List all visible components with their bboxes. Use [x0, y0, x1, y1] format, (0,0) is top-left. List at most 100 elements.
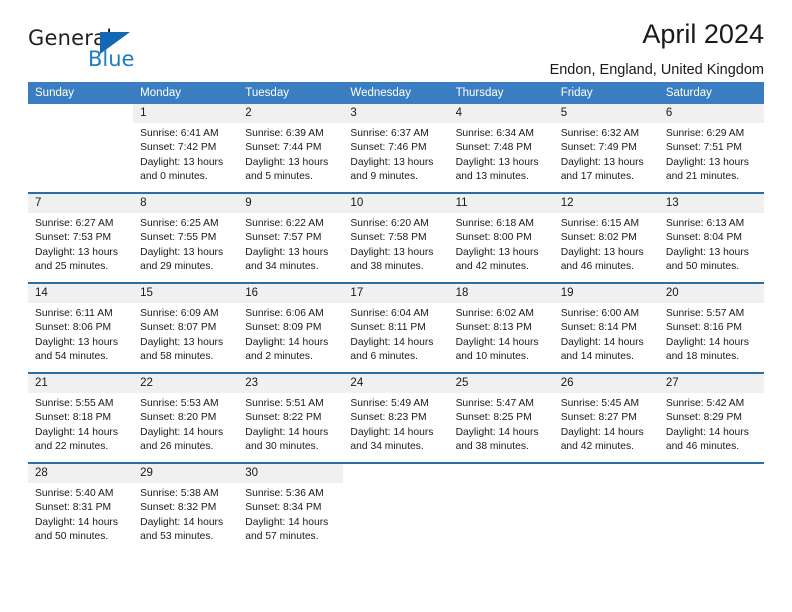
calendar-day-cell[interactable]: 18 Sunrise: 6:02 AM Sunset: 8:13 PM Dayligh… [448, 282, 554, 373]
calendar-day-cell[interactable]: 2 Sunrise: 6:39 AM Sunset: 7:44 PM Daylight… [238, 104, 344, 193]
calendar-day-cell[interactable]: 1 Sunrise: 6:41 AM Sunset: 7:42 PM Daylight… [133, 104, 239, 193]
calendar-day-cell[interactable]: 4 Sunrise: 6:34 AM Sunset: 7:48 PM Daylight… [448, 104, 554, 193]
sunset-text: Sunset: 8:20 PM [140, 412, 217, 424]
sunset-text: Sunset: 8:07 PM [140, 322, 217, 334]
daylight-text-line1: Daylight: 13 hours [245, 156, 329, 168]
calendar-day-cell[interactable]: 27 Sunrise: 5:42 AM Sunset: 8:29 PM Dayligh… [658, 372, 764, 463]
daylight-text-line1: Daylight: 13 hours [140, 156, 224, 168]
day-details: Sunrise: 6:20 AM Sunset: 7:58 PM Daylight:… [343, 213, 448, 274]
daylight-text-line1: Daylight: 14 hours [560, 336, 644, 348]
sunrise-text: Sunrise: 6:32 AM [560, 128, 640, 139]
sunrise-text: Sunrise: 5:57 AM [665, 308, 745, 319]
calendar-day-cell[interactable]: 15 Sunrise: 6:09 AM Sunset: 8:07 PM Dayligh… [133, 282, 239, 373]
calendar-day-cell[interactable]: 12 Sunrise: 6:15 AM Sunset: 8:02 PM Dayligh… [553, 192, 659, 283]
day-number: 19 [553, 284, 659, 303]
sunset-text: Sunset: 7:58 PM [350, 232, 427, 244]
calendar-day-cell[interactable]: 11 Sunrise: 6:18 AM Sunset: 8:00 PM Dayligh… [448, 192, 554, 283]
calendar-day-cell[interactable]: 17 Sunrise: 6:04 AM Sunset: 8:11 PM Dayligh… [343, 282, 449, 373]
sunrise-text: Sunrise: 5:49 AM [350, 398, 429, 409]
weekday-header-sunday: Sunday [28, 82, 134, 104]
day-number: 10 [343, 194, 449, 213]
calendar-empty-cell [553, 462, 659, 552]
daylight-text-line2: and 17 minutes. [560, 170, 634, 182]
daylight-text-line2: and 0 minutes. [140, 170, 208, 182]
sunrise-text: Sunrise: 5:51 AM [245, 398, 324, 409]
sunrise-text: Sunrise: 6:18 AM [455, 218, 534, 229]
calendar-empty-cell [28, 104, 134, 193]
sunset-text: Sunset: 8:06 PM [35, 322, 112, 334]
day-number: 8 [133, 194, 239, 213]
sunset-text: Sunset: 8:23 PM [350, 412, 427, 424]
calendar-day-cell[interactable]: 9 Sunrise: 6:22 AM Sunset: 7:57 PM Daylight… [238, 192, 344, 283]
calendar-day-cell[interactable]: 7 Sunrise: 6:27 AM Sunset: 7:53 PM Daylight… [28, 192, 134, 283]
sunset-text: Sunset: 8:25 PM [455, 412, 532, 424]
day-details: Sunrise: 5:53 AM Sunset: 8:20 PM Daylight:… [133, 393, 238, 454]
calendar-day-cell[interactable]: 28 Sunrise: 5:40 AM Sunset: 8:31 PM Dayligh… [28, 462, 134, 552]
daylight-text-line1: Daylight: 14 hours [350, 426, 434, 438]
calendar-day-cell[interactable]: 21 Sunrise: 5:55 AM Sunset: 8:18 PM Dayligh… [28, 372, 134, 463]
day-details: Sunrise: 5:40 AM Sunset: 8:31 PM Daylight:… [28, 483, 133, 544]
day-number [28, 104, 134, 123]
daylight-text-line1: Daylight: 14 hours [245, 516, 329, 528]
daylight-text-line1: Daylight: 14 hours [140, 426, 224, 438]
day-details: Sunrise: 6:15 AM Sunset: 8:02 PM Daylight:… [554, 213, 659, 274]
day-details: Sunrise: 6:09 AM Sunset: 8:07 PM Daylight:… [133, 303, 238, 364]
calendar-day-cell[interactable]: 20 Sunrise: 5:57 AM Sunset: 8:16 PM Dayligh… [658, 282, 764, 373]
weekday-header-wednesday: Wednesday [343, 82, 449, 104]
day-number: 4 [448, 104, 554, 123]
calendar-day-cell[interactable]: 24 Sunrise: 5:49 AM Sunset: 8:23 PM Dayligh… [343, 372, 449, 463]
calendar-day-cell[interactable]: 19 Sunrise: 6:00 AM Sunset: 8:14 PM Dayligh… [553, 282, 659, 373]
daylight-text-line2: and 46 minutes. [560, 260, 634, 272]
sunrise-text: Sunrise: 5:45 AM [560, 398, 640, 409]
sunset-text: Sunset: 7:48 PM [455, 142, 532, 154]
day-number: 23 [238, 374, 344, 393]
day-details: Sunrise: 5:36 AM Sunset: 8:34 PM Daylight:… [238, 483, 343, 544]
sunset-text: Sunset: 8:29 PM [665, 412, 742, 424]
day-number: 28 [28, 464, 134, 483]
daylight-text-line1: Daylight: 13 hours [455, 156, 539, 168]
daylight-text-line2: and 22 minutes. [35, 440, 109, 452]
day-details: Sunrise: 6:11 AM Sunset: 8:06 PM Daylight:… [28, 303, 133, 364]
day-number: 24 [343, 374, 449, 393]
calendar-day-cell[interactable]: 29 Sunrise: 5:38 AM Sunset: 8:32 PM Dayligh… [133, 462, 239, 552]
day-details: Sunrise: 5:38 AM Sunset: 8:32 PM Daylight:… [133, 483, 238, 544]
day-number [448, 464, 554, 483]
sunrise-text: Sunrise: 6:39 AM [245, 128, 324, 139]
daylight-text-line2: and 42 minutes. [455, 260, 529, 272]
calendar-day-cell[interactable]: 8 Sunrise: 6:25 AM Sunset: 7:55 PM Daylight… [133, 192, 239, 283]
generalblue-logo[interactable]: General Blue [28, 26, 198, 72]
calendar-day-cell[interactable]: 22 Sunrise: 5:53 AM Sunset: 8:20 PM Dayligh… [133, 372, 239, 463]
sunset-text: Sunset: 8:32 PM [140, 502, 217, 514]
calendar-header-row: Sunday Monday Tuesday Wednesday Thursday… [28, 82, 764, 104]
sunrise-text: Sunrise: 6:15 AM [560, 218, 640, 229]
sunrise-text: Sunrise: 6:20 AM [350, 218, 429, 229]
calendar-day-cell[interactable]: 3 Sunrise: 6:37 AM Sunset: 7:46 PM Daylight… [343, 104, 449, 193]
calendar-empty-cell [658, 462, 764, 552]
calendar-day-cell[interactable]: 23 Sunrise: 5:51 AM Sunset: 8:22 PM Dayligh… [238, 372, 344, 463]
day-number: 20 [658, 284, 764, 303]
weekday-header-saturday: Saturday [658, 82, 764, 104]
calendar-day-cell[interactable]: 25 Sunrise: 5:47 AM Sunset: 8:25 PM Dayligh… [448, 372, 554, 463]
calendar-day-cell[interactable]: 10 Sunrise: 6:20 AM Sunset: 7:58 PM Dayligh… [343, 192, 449, 283]
sunrise-text: Sunrise: 6:06 AM [245, 308, 324, 319]
calendar-day-cell[interactable]: 5 Sunrise: 6:32 AM Sunset: 7:49 PM Daylight… [553, 104, 659, 193]
day-details: Sunrise: 6:27 AM Sunset: 7:53 PM Daylight:… [28, 213, 133, 274]
sunrise-text: Sunrise: 6:37 AM [350, 128, 429, 139]
calendar-empty-cell [343, 462, 449, 552]
calendar-day-cell[interactable]: 26 Sunrise: 5:45 AM Sunset: 8:27 PM Dayligh… [553, 372, 659, 463]
daylight-text-line2: and 9 minutes. [350, 170, 418, 182]
calendar-day-cell[interactable]: 13 Sunrise: 6:13 AM Sunset: 8:04 PM Dayligh… [658, 192, 764, 283]
daylight-text-line2: and 54 minutes. [35, 350, 109, 362]
calendar-day-cell[interactable]: 16 Sunrise: 6:06 AM Sunset: 8:09 PM Dayligh… [238, 282, 344, 373]
weekday-header-tuesday: Tuesday [238, 82, 344, 104]
calendar-day-cell[interactable]: 14 Sunrise: 6:11 AM Sunset: 8:06 PM Dayligh… [28, 282, 134, 373]
page-subtitle: Endon, England, United Kingdom [549, 61, 764, 78]
calendar-day-cell[interactable]: 6 Sunrise: 6:29 AM Sunset: 7:51 PM Daylight… [658, 104, 764, 193]
day-number: 16 [238, 284, 344, 303]
calendar-day-cell[interactable]: 30 Sunrise: 5:36 AM Sunset: 8:34 PM Dayligh… [238, 462, 344, 552]
calendar-week-row: 14 Sunrise: 6:11 AM Sunset: 8:06 PM Dayligh… [28, 282, 764, 373]
sunrise-text: Sunrise: 6:02 AM [455, 308, 534, 319]
daylight-text-line1: Daylight: 13 hours [560, 246, 644, 258]
daylight-text-line1: Daylight: 13 hours [350, 246, 434, 258]
daylight-text-line2: and 38 minutes. [455, 440, 529, 452]
